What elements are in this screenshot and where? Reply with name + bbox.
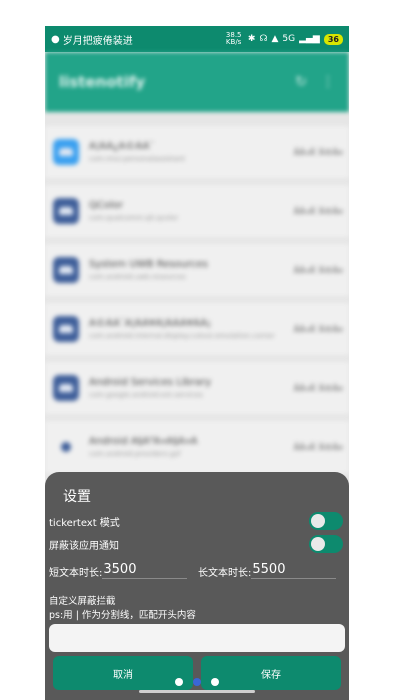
block-app-toggle[interactable] (309, 535, 343, 553)
list-item[interactable]: Android Services Library com.google.andr… (45, 362, 349, 414)
app-tag: ÃÂ»Ã¨Â®Â¤ (293, 265, 343, 275)
app-package: com.qualcomm.qti.qcolor (89, 214, 179, 222)
block-app-label: 屏蔽该应用通知 (49, 540, 119, 552)
bluetooth-icon: ✱ (247, 34, 256, 44)
app-package: com.google.android.ext.services (89, 391, 203, 399)
user-icon: ● (51, 33, 60, 45)
app-name: QColor (89, 200, 123, 211)
list-item[interactable]: Ã©ÂÂ¨Ã¦ÂÂ¥Ã¦ÂÂÃ¥ÂÂ¡ com.android.internal… (45, 303, 349, 355)
short-text-label: 短文本时长: (49, 568, 103, 579)
app-package: com.android.internal.display.cutout.emul… (89, 332, 275, 340)
more-options-icon[interactable]: ⋮ (321, 74, 335, 90)
page-dot (211, 678, 219, 686)
refresh-icon[interactable]: ↻ (295, 74, 307, 90)
list-item[interactable]: Android Ã§Â³Â»Ã§Â»Â com.android.provider… (45, 421, 349, 473)
app-name: Ã¦ÂÂ¿Ã©ÂÂ¨ (89, 141, 155, 152)
custom-block-hint: ps:用 | 作为分割线，匹配开头内容 (49, 610, 196, 621)
block-app-row: 屏蔽该应用通知 (49, 534, 343, 554)
list-item[interactable]: System UWB Resources com.android.uwb.res… (45, 244, 349, 296)
ticker-mode-toggle[interactable] (309, 512, 343, 530)
page-indicator (45, 678, 349, 690)
page-dot-active (193, 678, 201, 686)
custom-block-label: 自定义屏蔽拦截 (49, 596, 116, 607)
app-name: Ã©ÂÂ¨Ã¦ÂÂ¥Ã¦ÂÂÃ¥ÂÂ¡ (89, 318, 211, 329)
short-text-field: 短文本时长: 3500 (49, 562, 188, 579)
blue-app-icon (53, 139, 79, 165)
app-title: listenotify (59, 73, 146, 91)
app-list: Ã¦ÂÂ¿Ã©ÂÂ¨ com.miui.personalassistant ÃÂ… (45, 126, 349, 480)
long-text-field: 长文本时长: 5500 (198, 562, 337, 579)
carrier-text: 岁月把疲倦装进 (62, 35, 133, 47)
app-package: com.android.uwb.resources (89, 273, 186, 281)
home-indicator[interactable] (139, 690, 255, 693)
custom-block-input[interactable] (49, 624, 345, 652)
battery-indicator: 36 (323, 33, 343, 45)
app-name: Android Ã§Â³Â»Ã§Â»Â (89, 436, 198, 447)
long-text-label: 长文本时长: (198, 568, 252, 579)
status-bar: ● 岁月把疲倦装进 38.5 KB/s ✱ ☊ ▲ 5G ▂▄▆ 36 (45, 26, 349, 52)
long-text-input[interactable]: 5500 (251, 562, 337, 579)
app-tag: ÃÂ»Ã¨Â®Â¤ (293, 324, 343, 334)
settings-gear-icon (53, 434, 79, 460)
android-icon (53, 198, 79, 224)
android-icon (53, 316, 79, 342)
android-icon (53, 375, 79, 401)
app-name: Android Services Library (89, 377, 212, 388)
list-item[interactable]: QColor com.qualcomm.qti.qcolor ÃÂ»Ã¨Â®Â¤ (45, 185, 349, 237)
signal-icon: ▂▄▆ (299, 34, 320, 44)
page-dot (175, 678, 183, 686)
app-package: com.miui.personalassistant (89, 155, 186, 163)
app-package: com.android.providers.gsf (89, 450, 181, 458)
ticker-mode-label: tickertext 模式 (49, 517, 120, 529)
list-item[interactable]: Ã¦ÂÂ¿Ã©ÂÂ¨ com.miui.personalassistant ÃÂ… (45, 126, 349, 178)
android-icon (53, 257, 79, 283)
app-tag: ÃÂ»Ã¨Â®Â¤ (293, 442, 343, 452)
signal-text: 5G (282, 34, 296, 44)
short-text-input[interactable]: 3500 (102, 562, 188, 579)
ticker-mode-row: tickertext 模式 (49, 511, 343, 531)
app-tag: ÃÂ»Ã¨Â®Â¤ (293, 206, 343, 216)
app-bar: listenotify ↻ ⋮ (45, 52, 349, 112)
app-tag: ÃÂ»Ã¨Â®Â¤ (293, 147, 343, 157)
app-tag: ÃÂ»Ã¨Â®Â¤ (293, 383, 343, 393)
network-speed: 38.5 KB/s (225, 31, 242, 46)
dialog-title: 设置 (63, 489, 91, 505)
app-name: System UWB Resources (89, 259, 208, 270)
bell-icon: ▲ (271, 34, 279, 44)
settings-dialog: 设置 tickertext 模式 屏蔽该应用通知 短文本时长: 3500 长文本… (45, 472, 349, 700)
headphones-icon: ☊ (259, 34, 268, 44)
